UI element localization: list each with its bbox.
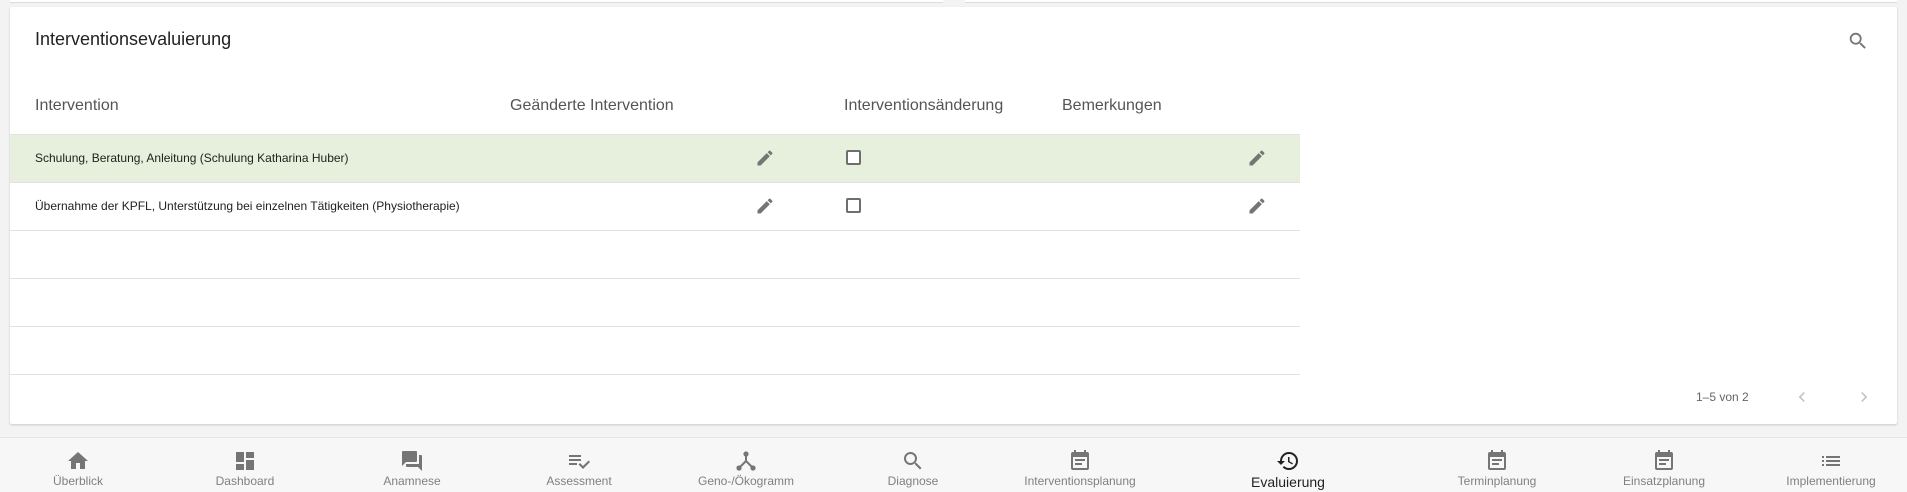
chevron-left-icon (1792, 387, 1812, 407)
nav-label: Überblick (52, 474, 103, 488)
playlist-check-icon (567, 449, 591, 473)
edit-changed-intervention-button[interactable] (754, 147, 776, 169)
intervention-change-checkbox[interactable] (846, 198, 861, 213)
intervention-evaluation-card: Interventionsevaluierung Intervention Ge… (10, 7, 1897, 424)
nav-item-ueberblick[interactable]: Überblick (8, 438, 148, 492)
top-card-right (965, 0, 1897, 3)
dashboard-icon (233, 449, 257, 473)
header-intervention-change[interactable]: Interventionsänderung (844, 97, 1003, 115)
chat-icon (400, 449, 424, 473)
calendar-icon (1485, 449, 1509, 473)
nav-item-dashboard[interactable]: Dashboard (175, 438, 315, 492)
nav-label: Geno-/Ökogramm (697, 474, 795, 488)
edit-remarks-button[interactable] (1246, 195, 1268, 217)
header-remarks[interactable]: Bemerkungen (1062, 97, 1162, 115)
table-row[interactable]: Schulung, Beratung, Anleitung (Schulung … (10, 134, 1300, 182)
edit-remarks-button[interactable] (1246, 147, 1268, 169)
nav-label: Implementierung (1786, 474, 1876, 488)
next-page-button[interactable] (1852, 385, 1876, 409)
calendar-icon (1068, 449, 1092, 473)
nav-item-evaluierung[interactable]: Evaluierung (1218, 438, 1358, 492)
nav-label: Evaluierung (1251, 474, 1325, 490)
header-changed-intervention[interactable]: Geänderte Intervention (510, 97, 674, 115)
previous-page-button[interactable] (1790, 385, 1814, 409)
empty-table-row (10, 278, 1300, 326)
nav-item-assessment[interactable]: Assessment (509, 438, 649, 492)
search-icon (901, 449, 925, 473)
nav-label: Einsatzplanung (1622, 474, 1706, 488)
table-header: Intervention Geänderte Intervention Inte… (10, 80, 1300, 134)
nav-label: Anamnese (383, 474, 441, 488)
edit-changed-intervention-button[interactable] (754, 195, 776, 217)
bottom-navigation: Überblick Dashboard Anamnese Assessment … (0, 437, 1907, 492)
nav-item-interventionsplanung[interactable]: Interventionsplanung (1010, 438, 1150, 492)
nav-item-diagnose[interactable]: Diagnose (843, 438, 983, 492)
intervention-change-checkbox[interactable] (846, 150, 861, 165)
nav-item-terminplanung[interactable]: Terminplanung (1427, 438, 1567, 492)
nav-label: Assessment (546, 474, 612, 488)
top-card-left (10, 0, 943, 3)
home-icon (66, 449, 90, 473)
evaluation-table: Intervention Geänderte Intervention Inte… (10, 80, 1300, 375)
network-icon (734, 449, 758, 473)
pagination-range: 1–5 von 2 (1696, 390, 1749, 404)
history-icon (1276, 449, 1300, 473)
nav-label: Dashboard (215, 474, 275, 488)
card-title: Interventionsevaluierung (35, 29, 232, 49)
nav-label: Diagnose (887, 474, 939, 488)
empty-table-row (10, 230, 1300, 278)
search-icon (1847, 30, 1869, 52)
nav-item-implementierung[interactable]: Implementierung (1761, 438, 1901, 492)
pencil-icon (1247, 148, 1267, 168)
pencil-icon (755, 148, 775, 168)
pencil-icon (1247, 196, 1267, 216)
search-button[interactable] (1846, 29, 1870, 53)
calendar-icon (1652, 449, 1676, 473)
empty-table-row (10, 326, 1300, 375)
table-row[interactable]: Übernahme der KPFL, Unterstützung bei ei… (10, 182, 1300, 230)
chevron-right-icon (1854, 387, 1874, 407)
nav-label: Interventionsplanung (1024, 474, 1136, 488)
header-intervention[interactable]: Intervention (35, 97, 119, 115)
list-icon (1819, 449, 1843, 473)
intervention-cell: Übernahme der KPFL, Unterstützung bei ei… (35, 199, 460, 213)
nav-item-einsatzplanung[interactable]: Einsatzplanung (1594, 438, 1734, 492)
intervention-cell: Schulung, Beratung, Anleitung (Schulung … (35, 151, 349, 165)
pencil-icon (755, 196, 775, 216)
nav-label: Terminplanung (1457, 474, 1537, 488)
nav-item-anamnese[interactable]: Anamnese (342, 438, 482, 492)
nav-item-genogramm[interactable]: Geno-/Ökogramm (676, 438, 816, 492)
